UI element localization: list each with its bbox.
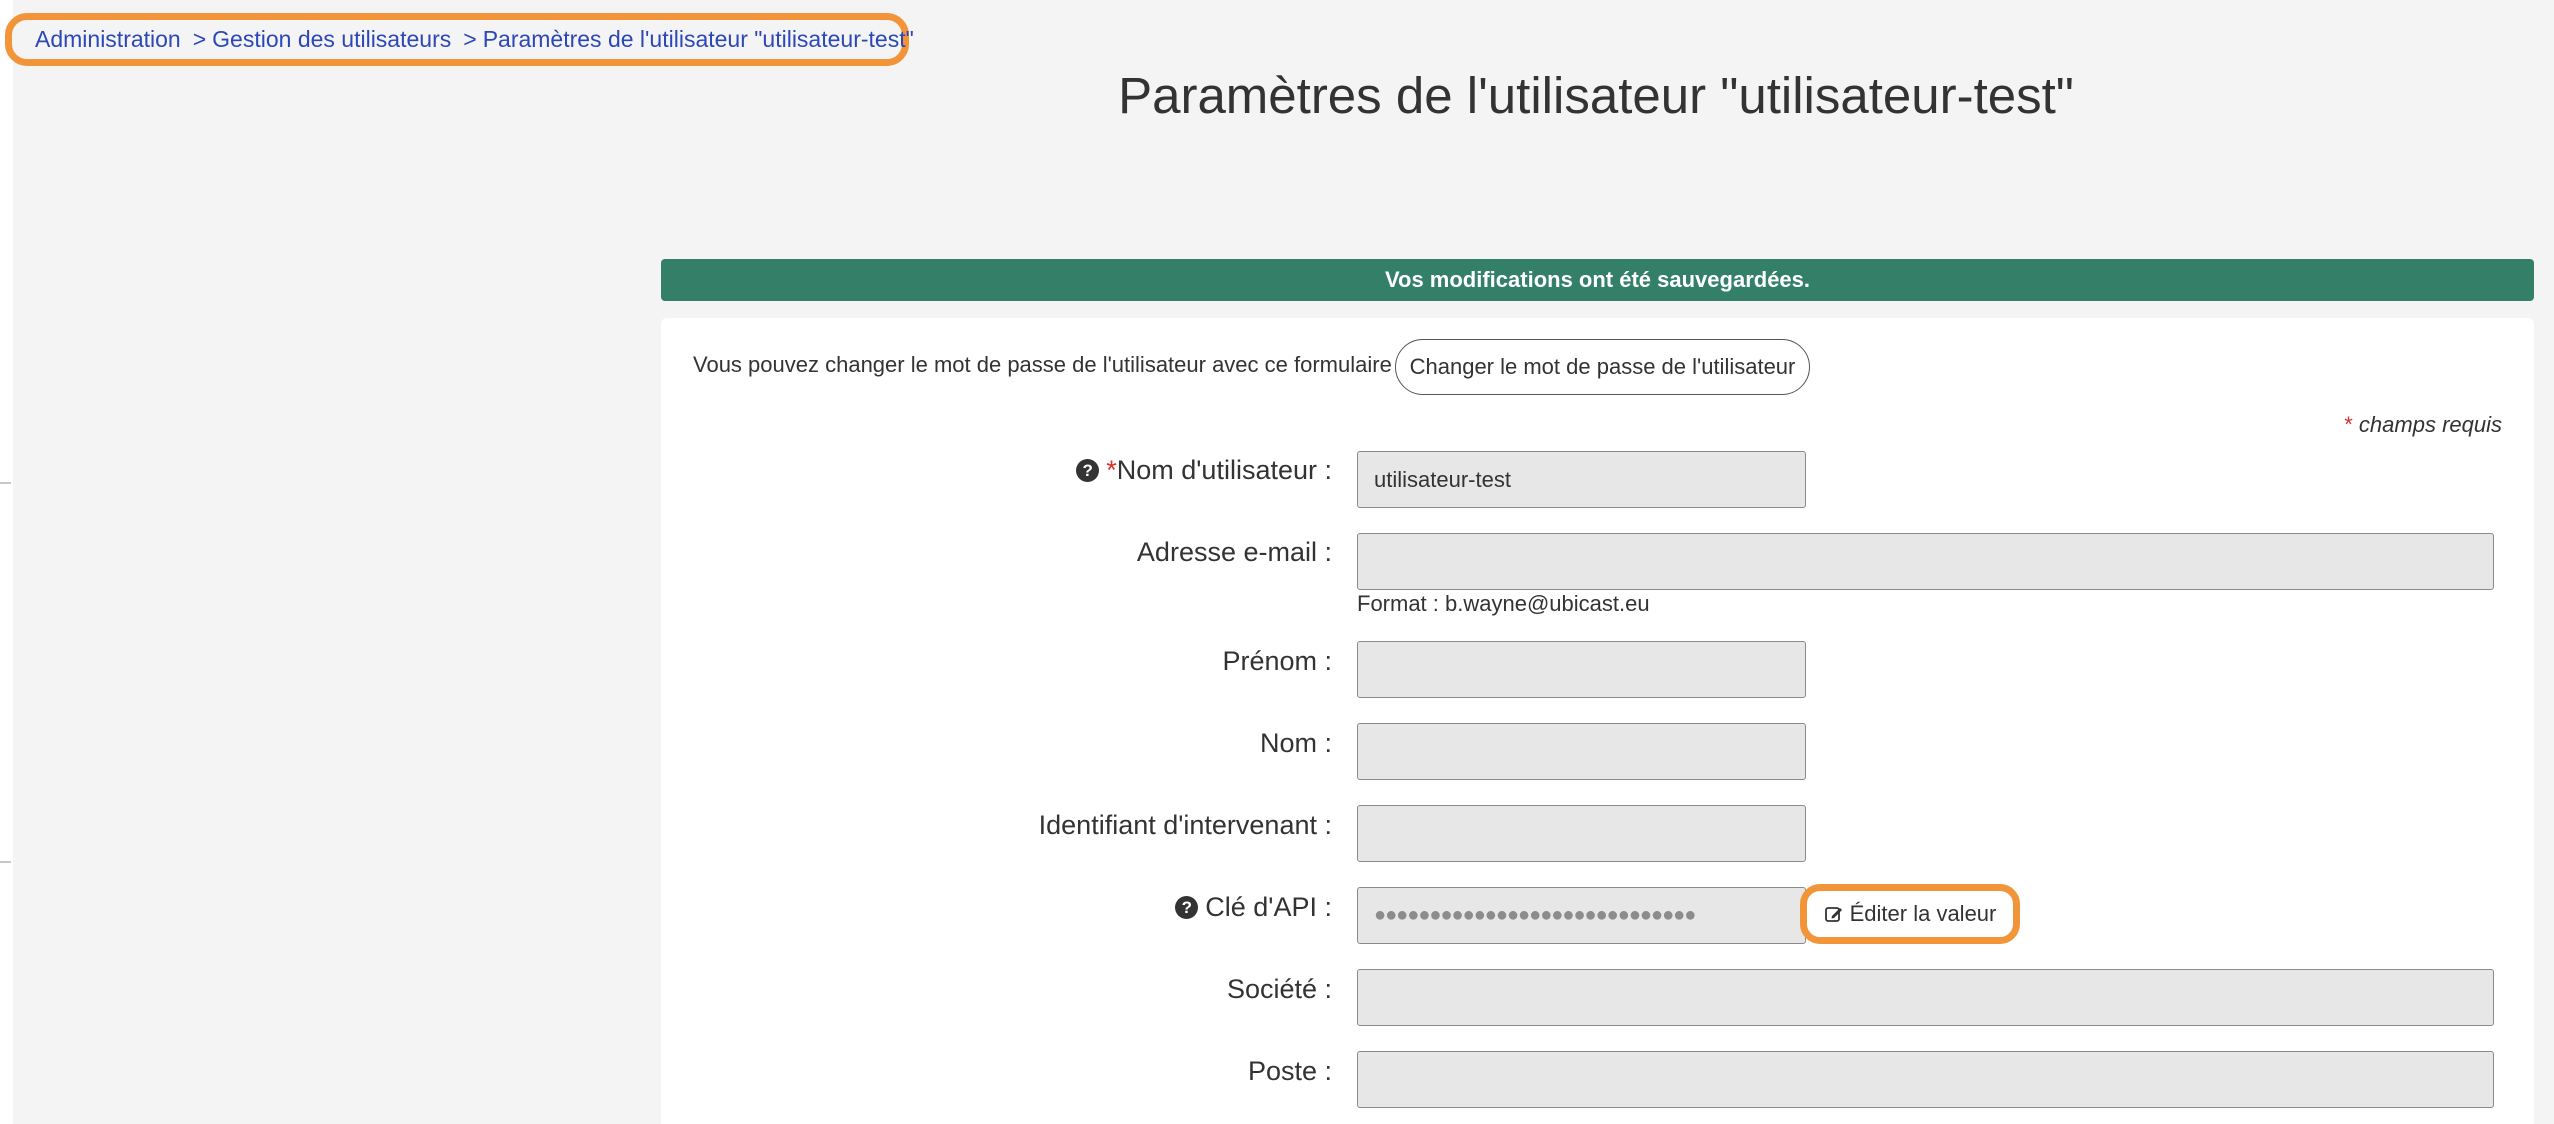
username-label: ? * Nom d'utilisateur : xyxy=(1076,455,1332,486)
success-alert: Vos modifications ont été sauvegardées. xyxy=(661,259,2534,301)
required-fields-note: * champs requis xyxy=(2344,412,2502,438)
api-key-masked-value: ●●●●●●●●●●●●●●●●●●●●●●●●●●●●● xyxy=(1374,904,1696,926)
breadcrumb-item-user-management[interactable]: Gestion des utilisateurs xyxy=(212,26,451,53)
breadcrumb-item-user-settings[interactable]: Paramètres de l'utilisateur "utilisateur… xyxy=(483,26,914,53)
username-label-text: Nom d'utilisateur : xyxy=(1116,455,1332,485)
position-input[interactable] xyxy=(1357,1051,2494,1108)
sidebar-panel xyxy=(13,0,660,1124)
breadcrumb-item-administration[interactable]: Administration xyxy=(35,26,181,53)
breadcrumb-separator: > xyxy=(192,26,207,52)
password-change-text: Vous pouvez changer le mot de passe de l… xyxy=(693,352,1405,377)
edit-icon xyxy=(1824,907,1842,922)
api-key-label-text: Clé d'API : xyxy=(1205,892,1332,922)
breadcrumb-separator: > xyxy=(463,26,477,52)
api-key-input[interactable]: ●●●●●●●●●●●●●●●●●●●●●●●●●●●●● xyxy=(1357,887,1806,944)
page-title: Paramètres de l'utilisateur "utilisateur… xyxy=(1118,67,2074,124)
required-star: * xyxy=(2344,412,2353,437)
question-circle-icon[interactable]: ? xyxy=(1076,459,1100,482)
company-input[interactable] xyxy=(1357,969,2494,1026)
username-input[interactable]: utilisateur-test xyxy=(1357,451,1806,508)
question-circle-icon[interactable]: ? xyxy=(1175,896,1199,919)
first-name-input[interactable] xyxy=(1357,641,1806,698)
first-name-label: Prénom : xyxy=(1222,646,1332,676)
username-value: utilisateur-test xyxy=(1374,466,1511,492)
api-key-label: ? Clé d'API : xyxy=(1175,892,1332,923)
speaker-id-label: Identifiant d'intervenant : xyxy=(1038,810,1332,840)
edit-value-button[interactable]: Éditer la valeur xyxy=(1824,901,1997,927)
email-label: Adresse e-mail : xyxy=(1136,537,1332,567)
required-star: * xyxy=(1106,455,1117,485)
edge-tick xyxy=(0,482,11,484)
left-edge xyxy=(0,0,13,1124)
edge-tick xyxy=(0,861,11,863)
required-note-text: champs requis xyxy=(2358,412,2502,437)
email-input[interactable] xyxy=(1357,533,2494,590)
edit-value-highlight: Éditer la valeur xyxy=(1800,884,2020,944)
last-name-input[interactable] xyxy=(1357,723,1806,780)
position-label: Poste : xyxy=(1247,1056,1332,1086)
edit-value-label: Éditer la valeur xyxy=(1849,901,1997,926)
email-format-hint: Format : b.wayne@ubicast.eu xyxy=(1357,591,1650,616)
company-label: Société : xyxy=(1226,974,1332,1004)
change-password-button[interactable]: Changer le mot de passe de l'utilisateur xyxy=(1395,339,1810,395)
last-name-label: Nom : xyxy=(1259,728,1332,758)
speaker-id-input[interactable] xyxy=(1357,805,1806,862)
breadcrumb: Administration > Gestion des utilisateur… xyxy=(5,13,914,66)
